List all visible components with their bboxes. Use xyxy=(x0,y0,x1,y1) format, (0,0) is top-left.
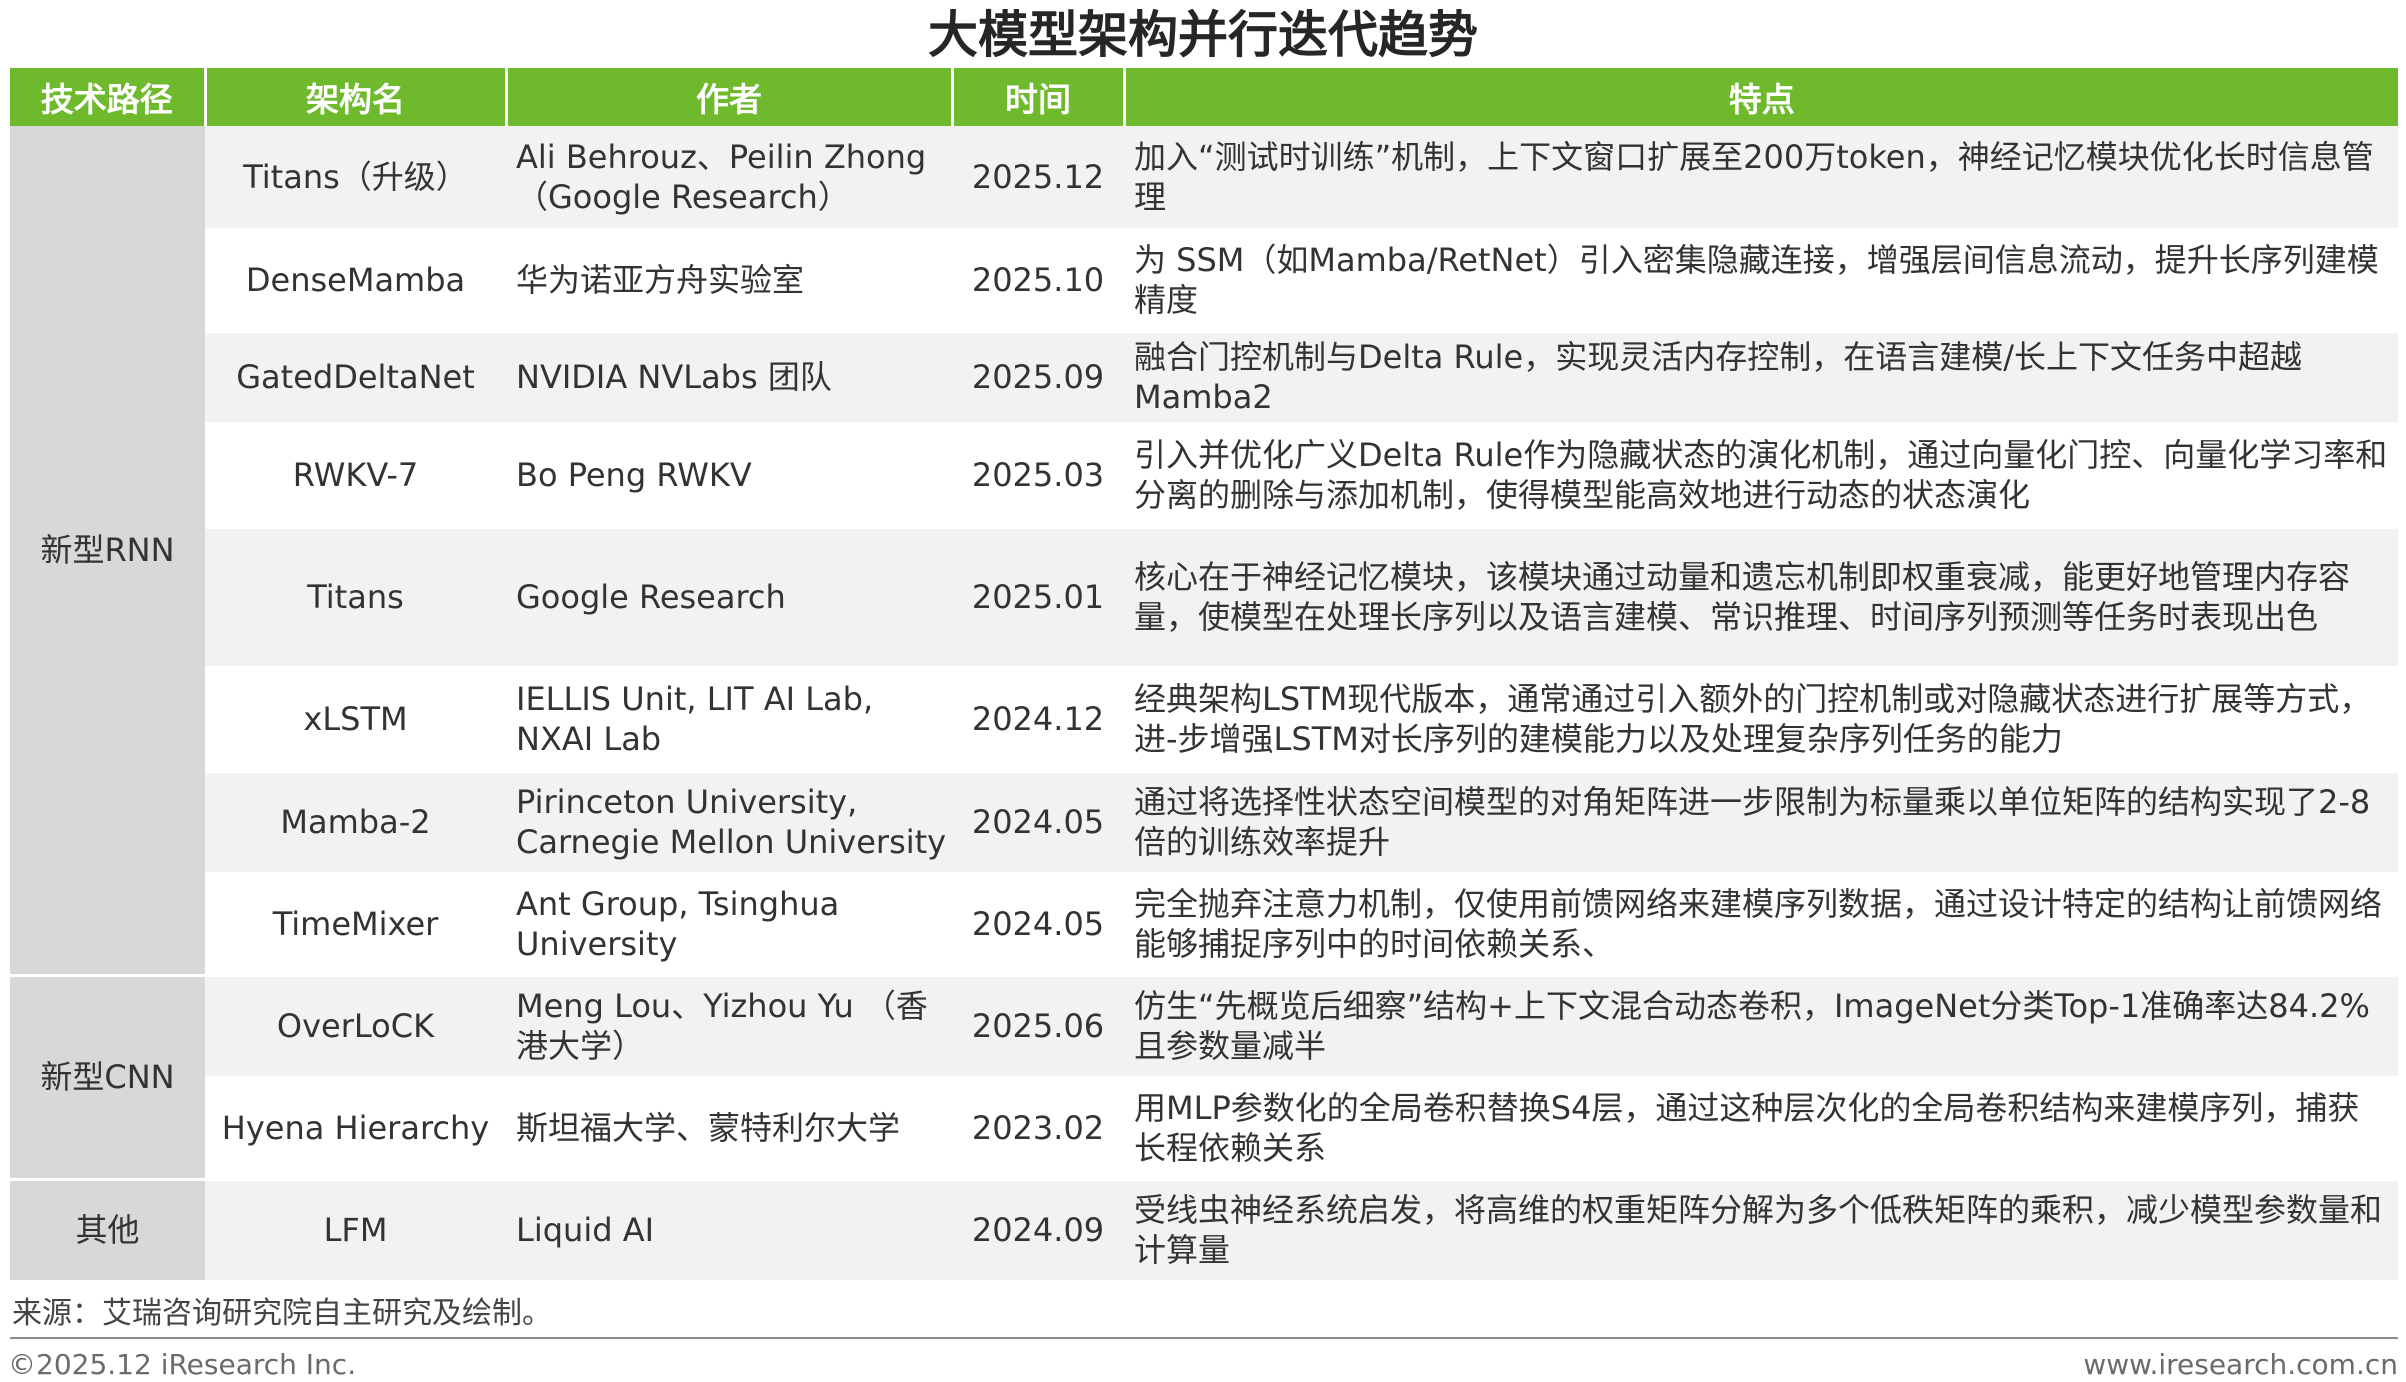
cell-name: TimeMixer xyxy=(205,873,506,977)
source-note: 来源：艾瑞咨询研究院自主研究及绘制。 xyxy=(12,1296,552,1331)
cell-feature: 受线虫神经系统启发，将高维的权重矩阵分解为多个低秩矩阵的乘积，减少模型参数量和计… xyxy=(1124,1179,2398,1283)
table-row: TimeMixer Ant Group, Tsinghua University… xyxy=(10,873,2398,977)
table-row: 新型RNN Titans（升级） Ali Behrouz、Peilin Zhon… xyxy=(10,126,2398,977)
cell-time: 2024.12 xyxy=(952,667,1124,773)
header-feature: 特点 xyxy=(1122,68,2398,126)
cell-author: Liquid AI xyxy=(506,1179,952,1283)
cell-feature: 融合门控机制与Delta Rule，实现灵活内存控制，在语言建模/长上下文任务中… xyxy=(1124,331,2398,425)
table-row: GatedDeltaNet NVIDIA NVLabs 团队 2025.09 融… xyxy=(10,331,2398,425)
cell-name: Titans（升级） xyxy=(205,126,506,231)
header-name: 架构名 xyxy=(203,68,506,126)
cell-feature: 完全抛弃注意力机制，仅使用前馈网络来建模序列数据，通过设计特定的结构让前馈网络能… xyxy=(1124,873,2398,977)
page-title: 大模型架构并行迭代趋势 xyxy=(928,6,1478,64)
cell-author: 华为诺亚方舟实验室 xyxy=(506,229,952,333)
table-header-row: 技术路径 架构名 作者 时间 特点 xyxy=(10,68,2398,126)
table-row: 新型CNN OverLoCK Meng Lou、Yizhou Yu （香港大学）… xyxy=(10,975,2398,1181)
cell-author: NVIDIA NVLabs 团队 xyxy=(506,331,952,425)
cell-author: Meng Lou、Yizhou Yu （香港大学） xyxy=(506,975,952,1079)
cell-author: IELLIS Unit, LIT AI Lab, NXAI Lab xyxy=(506,667,952,773)
cell-feature: 经典架构LSTM现代版本，通常通过引入额外的门控机制或对隐藏状态进行扩展等方式，… xyxy=(1124,667,2398,773)
cell-feature: 通过将选择性状态空间模型的对角矩阵进一步限制为标量乘以单位矩阵的结构实现了2-8… xyxy=(1124,771,2398,875)
header-time: 时间 xyxy=(950,68,1124,126)
cell-author: Ali Behrouz、Peilin Zhong （Google Researc… xyxy=(506,126,952,231)
group-label-rnn: 新型RNN xyxy=(10,126,205,977)
cell-author: Google Research xyxy=(506,527,952,669)
cell-feature: 引入并优化广义Delta Rule作为隐藏状态的演化机制，通过向量化门控、向量化… xyxy=(1124,423,2398,529)
table-row: 其他 LFM Liquid AI 2024.09 受线虫神经系统启发，将高维的权… xyxy=(10,1179,2398,1283)
cell-author: Bo Peng RWKV xyxy=(506,423,952,529)
cell-author: 斯坦福大学、蒙特利尔大学 xyxy=(506,1077,952,1181)
cell-time: 2025.06 xyxy=(952,975,1124,1079)
architecture-table: 技术路径 架构名 作者 时间 特点 新型RNN Titans（升级） Ali B… xyxy=(10,68,2398,1283)
cell-name: xLSTM xyxy=(205,667,506,773)
header-route: 技术路径 xyxy=(10,68,205,126)
cell-feature: 核心在于神经记忆模块，该模块通过动量和遗忘机制即权重衰减，能更好地管理内存容量，… xyxy=(1124,527,2398,669)
website-link[interactable]: www.iresearch.com.cn xyxy=(2083,1348,2398,1381)
copyright-text: ©2025.12 iResearch Inc. xyxy=(8,1348,357,1381)
table-row: xLSTM IELLIS Unit, LIT AI Lab, NXAI Lab … xyxy=(10,667,2398,773)
cell-time: 2025.01 xyxy=(952,527,1124,669)
group-label-cnn: 新型CNN xyxy=(10,975,205,1181)
cell-feature: 用MLP参数化的全局卷积替换S4层，通过这种层次化的全局卷积结构来建模序列，捕获… xyxy=(1124,1077,2398,1181)
cell-time: 2025.03 xyxy=(952,423,1124,529)
cell-author: Pirinceton University, Carnegie Mellon U… xyxy=(506,771,952,875)
table-row: RWKV-7 Bo Peng RWKV 2025.03 引入并优化广义Delta… xyxy=(10,423,2398,529)
cell-time: 2025.09 xyxy=(952,331,1124,425)
cell-time: 2023.02 xyxy=(952,1077,1124,1181)
footer-divider xyxy=(10,1337,2398,1339)
table-row: Mamba-2 Pirinceton University, Carnegie … xyxy=(10,771,2398,875)
group-label-other: 其他 xyxy=(10,1179,205,1283)
cell-name: Titans xyxy=(205,527,506,669)
cell-name: Mamba-2 xyxy=(205,771,506,875)
cell-name: DenseMamba xyxy=(205,229,506,333)
cell-time: 2024.05 xyxy=(952,771,1124,875)
cell-time: 2024.09 xyxy=(952,1179,1124,1283)
cell-author: Ant Group, Tsinghua University xyxy=(506,873,952,977)
table-row: Hyena Hierarchy 斯坦福大学、蒙特利尔大学 2023.02 用ML… xyxy=(10,1077,2398,1181)
cell-time: 2025.12 xyxy=(952,126,1124,231)
cell-feature: 仿生“先概览后细察”结构+上下文混合动态卷积，ImageNet分类Top-1准确… xyxy=(1124,975,2398,1079)
cell-name: LFM xyxy=(205,1179,506,1283)
cell-feature: 加入“测试时训练”机制，上下文窗口扩展至200万token，神经记忆模块优化长时… xyxy=(1124,126,2398,231)
cell-name: RWKV-7 xyxy=(205,423,506,529)
table-row: Titans Google Research 2025.01 核心在于神经记忆模… xyxy=(10,527,2398,669)
cell-name: OverLoCK xyxy=(205,975,506,1079)
cell-time: 2024.05 xyxy=(952,873,1124,977)
cell-name: GatedDeltaNet xyxy=(205,331,506,425)
cell-feature: 为 SSM（如Mamba/RetNet）引入密集隐藏连接，增强层间信息流动，提升… xyxy=(1124,229,2398,333)
header-author: 作者 xyxy=(504,68,952,126)
table-row: DenseMamba 华为诺亚方舟实验室 2025.10 为 SSM（如Mamb… xyxy=(10,229,2398,333)
cell-time: 2025.10 xyxy=(952,229,1124,333)
cell-name: Hyena Hierarchy xyxy=(205,1077,506,1181)
